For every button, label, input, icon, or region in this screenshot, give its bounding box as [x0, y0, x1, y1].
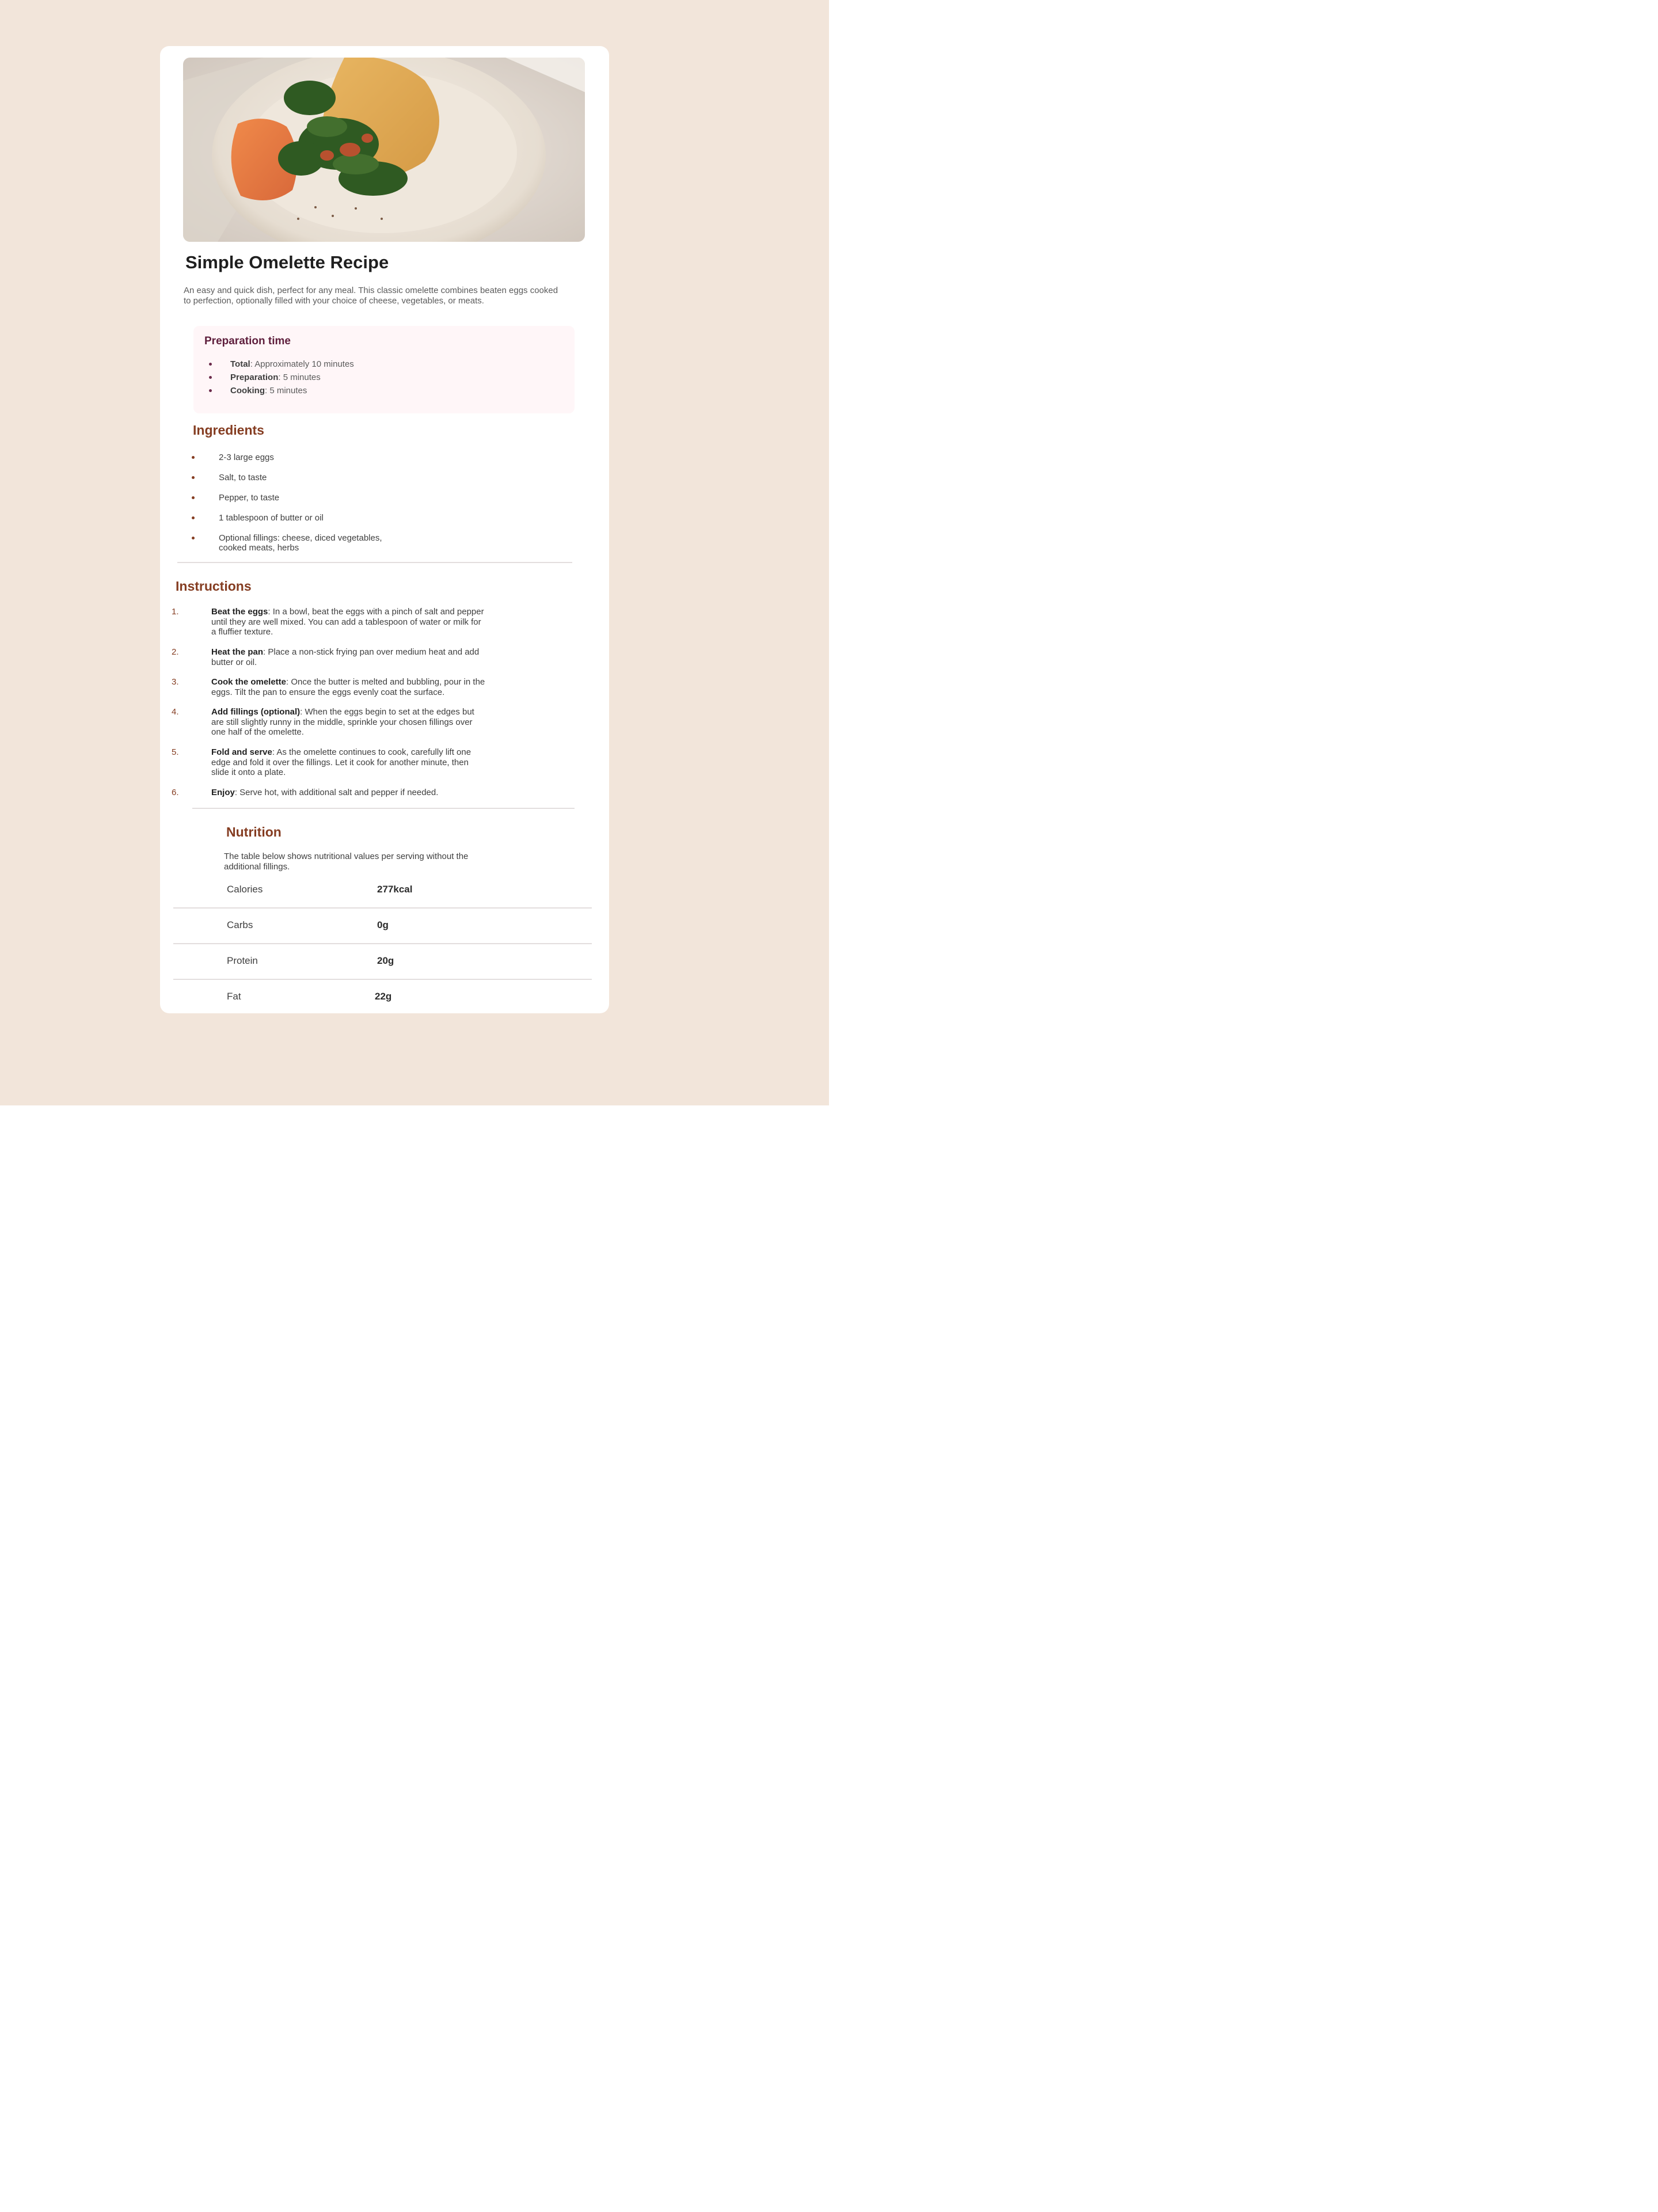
ingredient-text: 1 tablespoon of butter or oil — [219, 513, 324, 523]
table-divider — [173, 907, 592, 909]
nutrient-label: Carbs — [227, 919, 253, 930]
nutrient-value: 20g — [377, 955, 394, 966]
step-number: 2. — [172, 647, 179, 657]
ingredients-title: Ingredients — [193, 423, 264, 438]
recipe-intro: An easy and quick dish, perfect for any … — [184, 286, 558, 306]
bullet-icon — [192, 537, 195, 539]
bullet-icon — [192, 476, 195, 479]
step-text: : Serve hot, with additional salt and pe… — [234, 788, 439, 797]
nutrition-title: Nutrition — [226, 824, 282, 839]
ingredient-text: 2-3 large eggs — [219, 453, 274, 462]
instructions-title: Instructions — [176, 579, 252, 594]
step-number: 5. — [172, 747, 179, 757]
step-number: 6. — [172, 788, 179, 797]
prep-value: : Approximately 10 minutes — [250, 359, 354, 369]
recipe-card: Simple Omelette Recipe An easy and quick… — [160, 46, 609, 1013]
bullet-icon — [209, 376, 212, 379]
bullet-icon — [209, 363, 212, 366]
table-divider — [173, 943, 592, 944]
section-divider — [192, 808, 575, 809]
nutrition-description: The table below shows nutritional values… — [224, 852, 469, 872]
nutrient-value: 0g — [377, 919, 389, 930]
nutrient-value: 22g — [375, 991, 392, 1002]
nutrient-label: Calories — [227, 884, 263, 895]
ingredient-text: Pepper, to taste — [219, 493, 280, 503]
prep-label: Preparation — [230, 373, 279, 382]
page-title: Simple Omelette Recipe — [185, 252, 389, 272]
bullet-icon — [192, 456, 195, 459]
step-label: Fold and serve — [211, 747, 272, 757]
step-label: Add fillings (optional) — [211, 707, 301, 717]
step-label: Cook the omelette — [211, 677, 287, 687]
preparation-box: Preparation time Total: Approximately 10… — [193, 326, 575, 413]
bullet-icon — [192, 496, 195, 499]
nutrient-label: Fat — [227, 991, 241, 1002]
prep-label: Cooking — [230, 386, 265, 396]
nutrient-label: Protein — [227, 955, 258, 966]
omelette-photo — [183, 58, 585, 242]
step-number: 1. — [172, 607, 179, 617]
step-number: 3. — [172, 677, 179, 687]
ingredient-text: Salt, to taste — [219, 473, 267, 482]
preparation-title: Preparation time — [204, 335, 291, 347]
step-number: 4. — [172, 707, 179, 717]
bullet-icon — [192, 516, 195, 519]
section-divider — [177, 562, 572, 563]
prep-label: Total — [230, 359, 250, 369]
prep-value: : 5 minutes — [265, 386, 307, 396]
step-label: Enjoy — [211, 788, 235, 797]
prep-value: : 5 minutes — [278, 373, 321, 382]
ingredient-text: Optional fillings: cheese, diced vegetab… — [219, 533, 382, 553]
step-label: Beat the eggs — [211, 607, 268, 617]
nutrient-value: 277kcal — [377, 884, 413, 895]
step-label: Heat the pan — [211, 647, 264, 657]
table-divider — [173, 979, 592, 980]
bullet-icon — [209, 389, 212, 392]
